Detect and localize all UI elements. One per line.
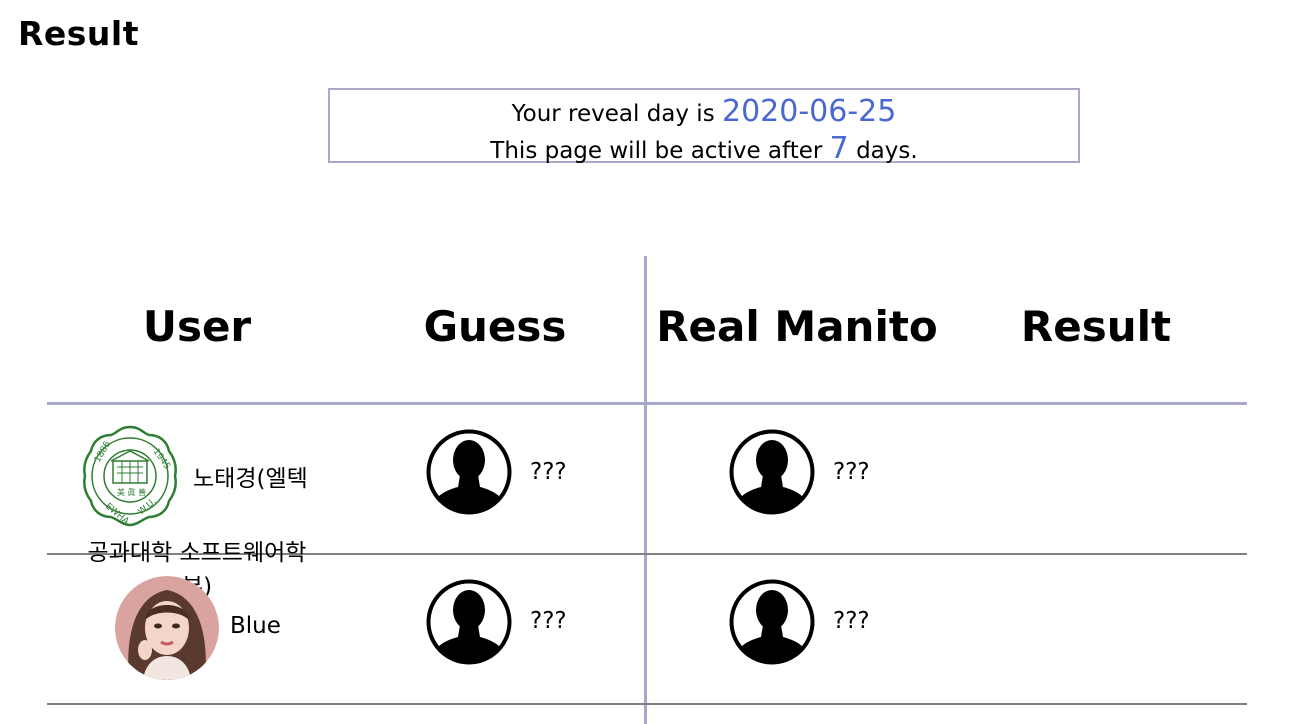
active-days-count: 7 <box>829 131 849 166</box>
unknown-user-icon <box>729 429 815 515</box>
page-title: Result <box>18 14 140 53</box>
active-after-suffix: days. <box>848 138 918 164</box>
svg-text:美 眞 善: 美 眞 善 <box>117 487 146 497</box>
user-name: Blue <box>230 613 281 639</box>
reveal-day-line: Your reveal day is 2020-06-25 <box>330 97 1078 127</box>
user-name: 노태경(엘텍 <box>193 466 308 492</box>
row-divider <box>47 703 1247 705</box>
real-manito-value: ??? <box>833 459 870 485</box>
header-user: User <box>142 302 252 351</box>
reveal-day-label: Your reveal day is <box>511 101 722 127</box>
header-guess: Guess <box>423 302 567 351</box>
unknown-user-icon <box>426 579 512 665</box>
profile-photo-avatar <box>115 576 219 680</box>
header-real-manito: Real Manito <box>656 302 938 351</box>
real-manito-value: ??? <box>833 608 870 634</box>
reveal-info-box: Your reveal day is 2020-06-25 This page … <box>328 88 1080 164</box>
unknown-user-icon <box>426 429 512 515</box>
active-after-line: This page will be active after 7 days. <box>330 134 1078 164</box>
guess-value: ??? <box>530 608 567 634</box>
svg-text:1886: 1886 <box>93 439 113 464</box>
header-divider <box>47 402 1247 405</box>
user-name-line: 공과대학 소프트웨어학 <box>87 540 307 566</box>
active-after-label: This page will be active after <box>490 138 830 164</box>
unknown-user-icon <box>729 579 815 665</box>
university-logo-icon: 1886 1945 EWHA W.U. 美 眞 善 <box>83 425 177 528</box>
header-result: Result <box>1020 302 1172 351</box>
reveal-date: 2020-06-25 <box>722 94 897 129</box>
guess-value: ??? <box>530 459 567 485</box>
